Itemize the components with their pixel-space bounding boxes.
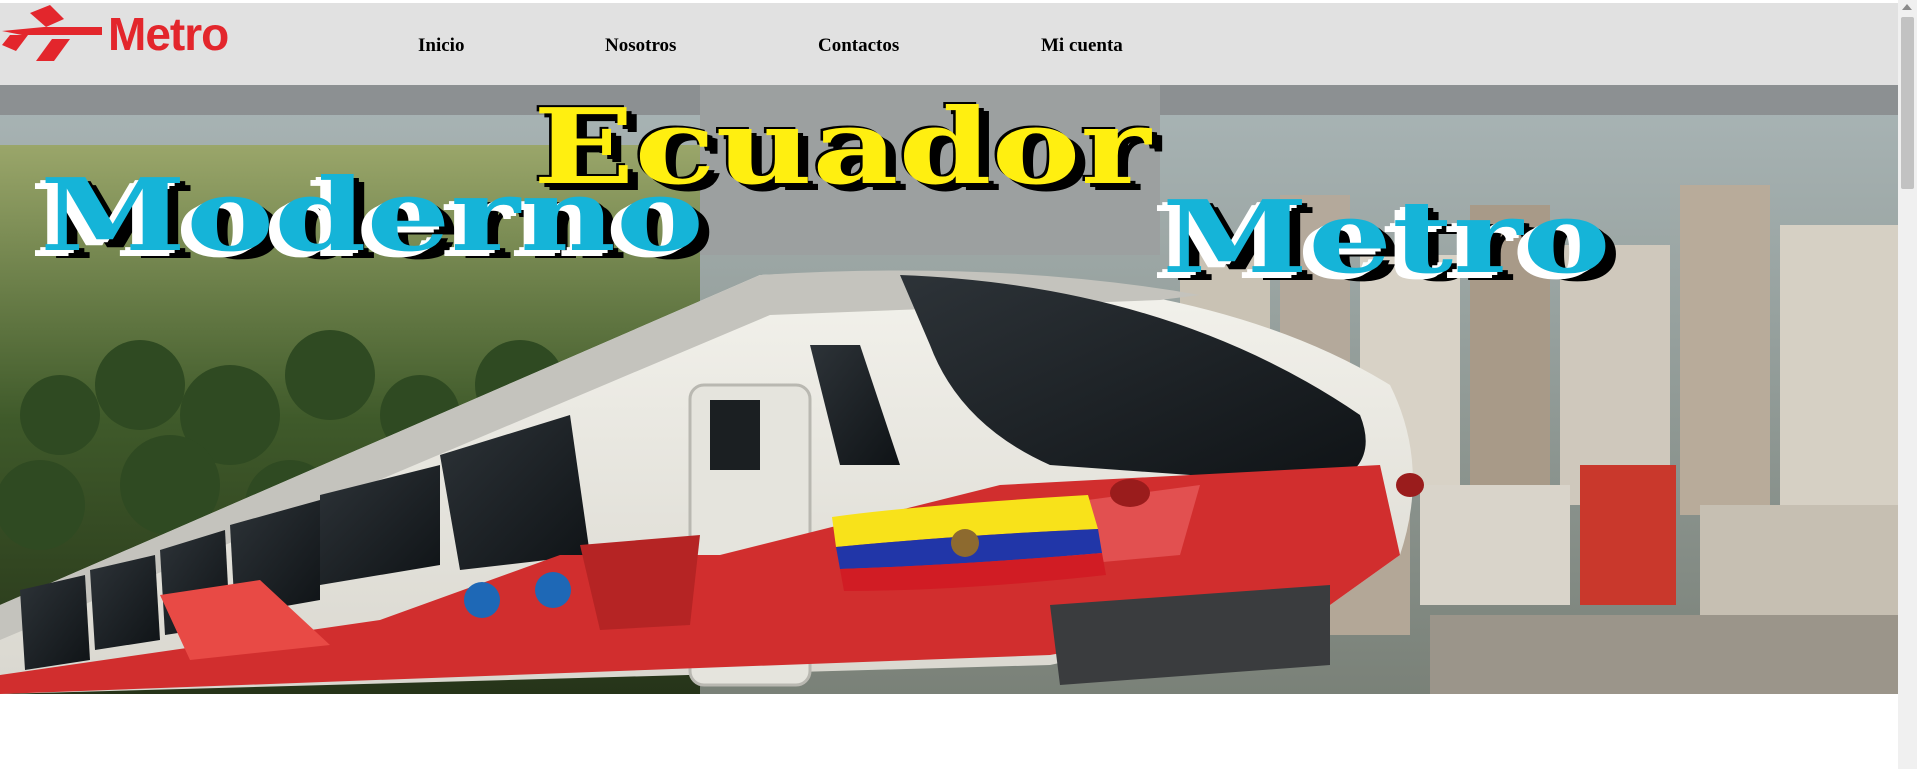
brand-logo[interactable]: Metro <box>2 5 242 61</box>
nav-link-contactos[interactable]: Contactos <box>818 35 899 57</box>
scroll-thumb[interactable] <box>1901 17 1914 189</box>
hero-banner: Ecuador Moderno Metro <box>0 85 1898 694</box>
vertical-scrollbar[interactable] <box>1898 0 1917 769</box>
brand-name: Metro <box>108 8 229 60</box>
metro-logo-icon <box>2 5 102 61</box>
hero-title-metro: Metro <box>1162 178 1611 296</box>
hero-title-moderno: Moderno <box>40 156 705 274</box>
nav-link-nosotros[interactable]: Nosotros <box>605 35 676 57</box>
nav-link-mi-cuenta[interactable]: Mi cuenta <box>1041 35 1123 57</box>
navbar: Metro Inicio Nosotros Contactos Mi cuent… <box>0 3 1898 85</box>
scroll-up-arrow-icon[interactable] <box>1902 4 1912 10</box>
nav-link-inicio[interactable]: Inicio <box>418 35 464 57</box>
